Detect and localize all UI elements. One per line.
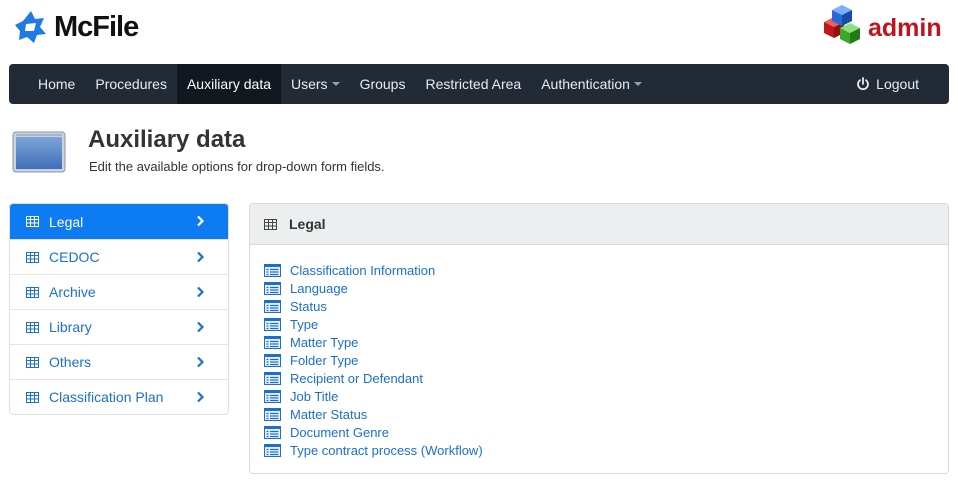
list-item-label: Type	[290, 316, 319, 332]
main-navbar: Home Procedures Auxiliary data Users Gro…	[9, 64, 949, 104]
list-icon	[264, 389, 281, 403]
sidebar-item-others[interactable]: Others	[10, 344, 228, 379]
nav-auxiliary-data[interactable]: Auxiliary data	[176, 64, 281, 104]
auxiliary-list: Classification Information Language Status…	[264, 261, 483, 459]
nav-authentication-dropdown[interactable]: Authentication	[531, 64, 652, 104]
list-icon	[264, 371, 281, 385]
table-icon	[26, 251, 39, 263]
nav-users-dropdown[interactable]: Users	[281, 64, 350, 104]
category-sidebar: Legal CEDOC Archive Library Others Classifica…	[9, 203, 229, 415]
page-subtitle: Edit the available options for drop-down…	[89, 159, 385, 174]
sidebar-item-label: Legal	[49, 213, 84, 230]
caret-down-icon	[633, 82, 642, 86]
nav-groups[interactable]: Groups	[350, 64, 416, 104]
nav-groups-label: Groups	[359, 76, 406, 92]
brand-name: McFile	[54, 10, 139, 43]
list-item-label: Type contract process (Workflow)	[290, 442, 483, 458]
nav-procedures[interactable]: Procedures	[85, 64, 177, 104]
sidebar-item-archive[interactable]: Archive	[10, 274, 228, 309]
list-icon	[264, 443, 281, 457]
nav-home-label: Home	[38, 76, 76, 92]
sidebar-item-label: Archive	[49, 284, 96, 300]
list-item[interactable]: Status	[264, 297, 483, 315]
sidebar-item-label: Classification Plan	[49, 389, 164, 405]
nav-users-label: Users	[291, 76, 328, 92]
table-icon	[26, 356, 39, 368]
list-item-label: Document Genre	[290, 424, 389, 440]
admin-cubes-icon	[824, 5, 860, 44]
list-item[interactable]: Language	[264, 279, 483, 297]
nav-auxiliary-data-label: Auxiliary data	[186, 76, 271, 92]
table-icon	[26, 391, 39, 403]
list-item-label: Language	[290, 280, 348, 296]
list-item-label: Job Title	[290, 388, 339, 404]
nav-restricted-area[interactable]: Restricted Area	[415, 64, 531, 104]
nav-restricted-area-label: Restricted Area	[425, 76, 522, 92]
list-item[interactable]: Type contract process (Workflow)	[264, 441, 483, 459]
list-icon	[264, 335, 281, 349]
list-item-label: Matter Status	[290, 406, 368, 422]
page-title: Auxiliary data	[88, 126, 246, 153]
list-item[interactable]: Matter Type	[264, 333, 483, 351]
list-item[interactable]: Recipient or Defendant	[264, 369, 483, 387]
list-item[interactable]: Document Genre	[264, 423, 483, 441]
sidebar-item-label: Library	[49, 319, 92, 335]
chevron-right-icon	[197, 356, 204, 368]
list-icon	[264, 299, 281, 313]
table-icon	[26, 321, 39, 333]
chevron-right-icon	[197, 251, 204, 263]
caret-down-icon	[331, 82, 340, 86]
list-item[interactable]: Type	[264, 315, 483, 333]
nav-authentication-label: Authentication	[541, 76, 630, 92]
list-item[interactable]: Classification Information	[264, 261, 483, 279]
legal-panel: Legal Classification Information Language…	[249, 203, 949, 474]
power-icon	[857, 77, 870, 91]
sidebar-item-legal[interactable]: Legal	[10, 204, 228, 239]
table-icon	[26, 286, 39, 298]
list-item-label: Recipient or Defendant	[290, 370, 423, 386]
list-icon	[264, 281, 281, 295]
panel-heading: Legal	[250, 204, 948, 245]
panel-title: Legal	[289, 216, 326, 232]
sidebar-item-label: Others	[49, 354, 92, 370]
app-header: McFile admin	[0, 0, 958, 64]
list-item[interactable]: Matter Status	[264, 405, 483, 423]
sidebar-item-classification-plan[interactable]: Classification Plan	[10, 379, 228, 414]
list-item[interactable]: Job Title	[264, 387, 483, 405]
list-icon	[264, 425, 281, 439]
list-icon	[264, 353, 281, 367]
mcfile-logo-icon	[15, 11, 46, 43]
list-item-label: Folder Type	[290, 352, 359, 368]
sidebar-item-library[interactable]: Library	[10, 309, 228, 344]
list-item[interactable]: Folder Type	[264, 351, 483, 369]
table-icon	[26, 216, 39, 227]
chevron-right-icon	[197, 286, 204, 298]
sidebar-item-cedoc[interactable]: CEDOC	[10, 239, 228, 274]
logout-button[interactable]: Logout	[846, 64, 949, 104]
list-item-label: Status	[290, 298, 327, 314]
window-icon	[12, 131, 66, 173]
chevron-right-icon	[197, 391, 204, 403]
table-icon	[264, 218, 277, 230]
nav-home[interactable]: Home	[9, 64, 85, 104]
chevron-right-icon	[197, 321, 204, 333]
list-item-label: Matter Type	[290, 334, 359, 350]
list-icon	[264, 317, 281, 331]
chevron-right-icon	[197, 215, 204, 227]
list-icon	[264, 263, 281, 277]
admin-label: admin	[868, 13, 942, 42]
brand[interactable]: McFile	[14, 10, 139, 44]
list-item-label: Classification Information	[290, 262, 436, 278]
admin-logo: admin	[810, 4, 942, 50]
sidebar-item-label: CEDOC	[49, 249, 100, 265]
nav-procedures-label: Procedures	[95, 76, 167, 92]
logout-label: Logout	[876, 76, 919, 92]
list-icon	[264, 407, 281, 421]
